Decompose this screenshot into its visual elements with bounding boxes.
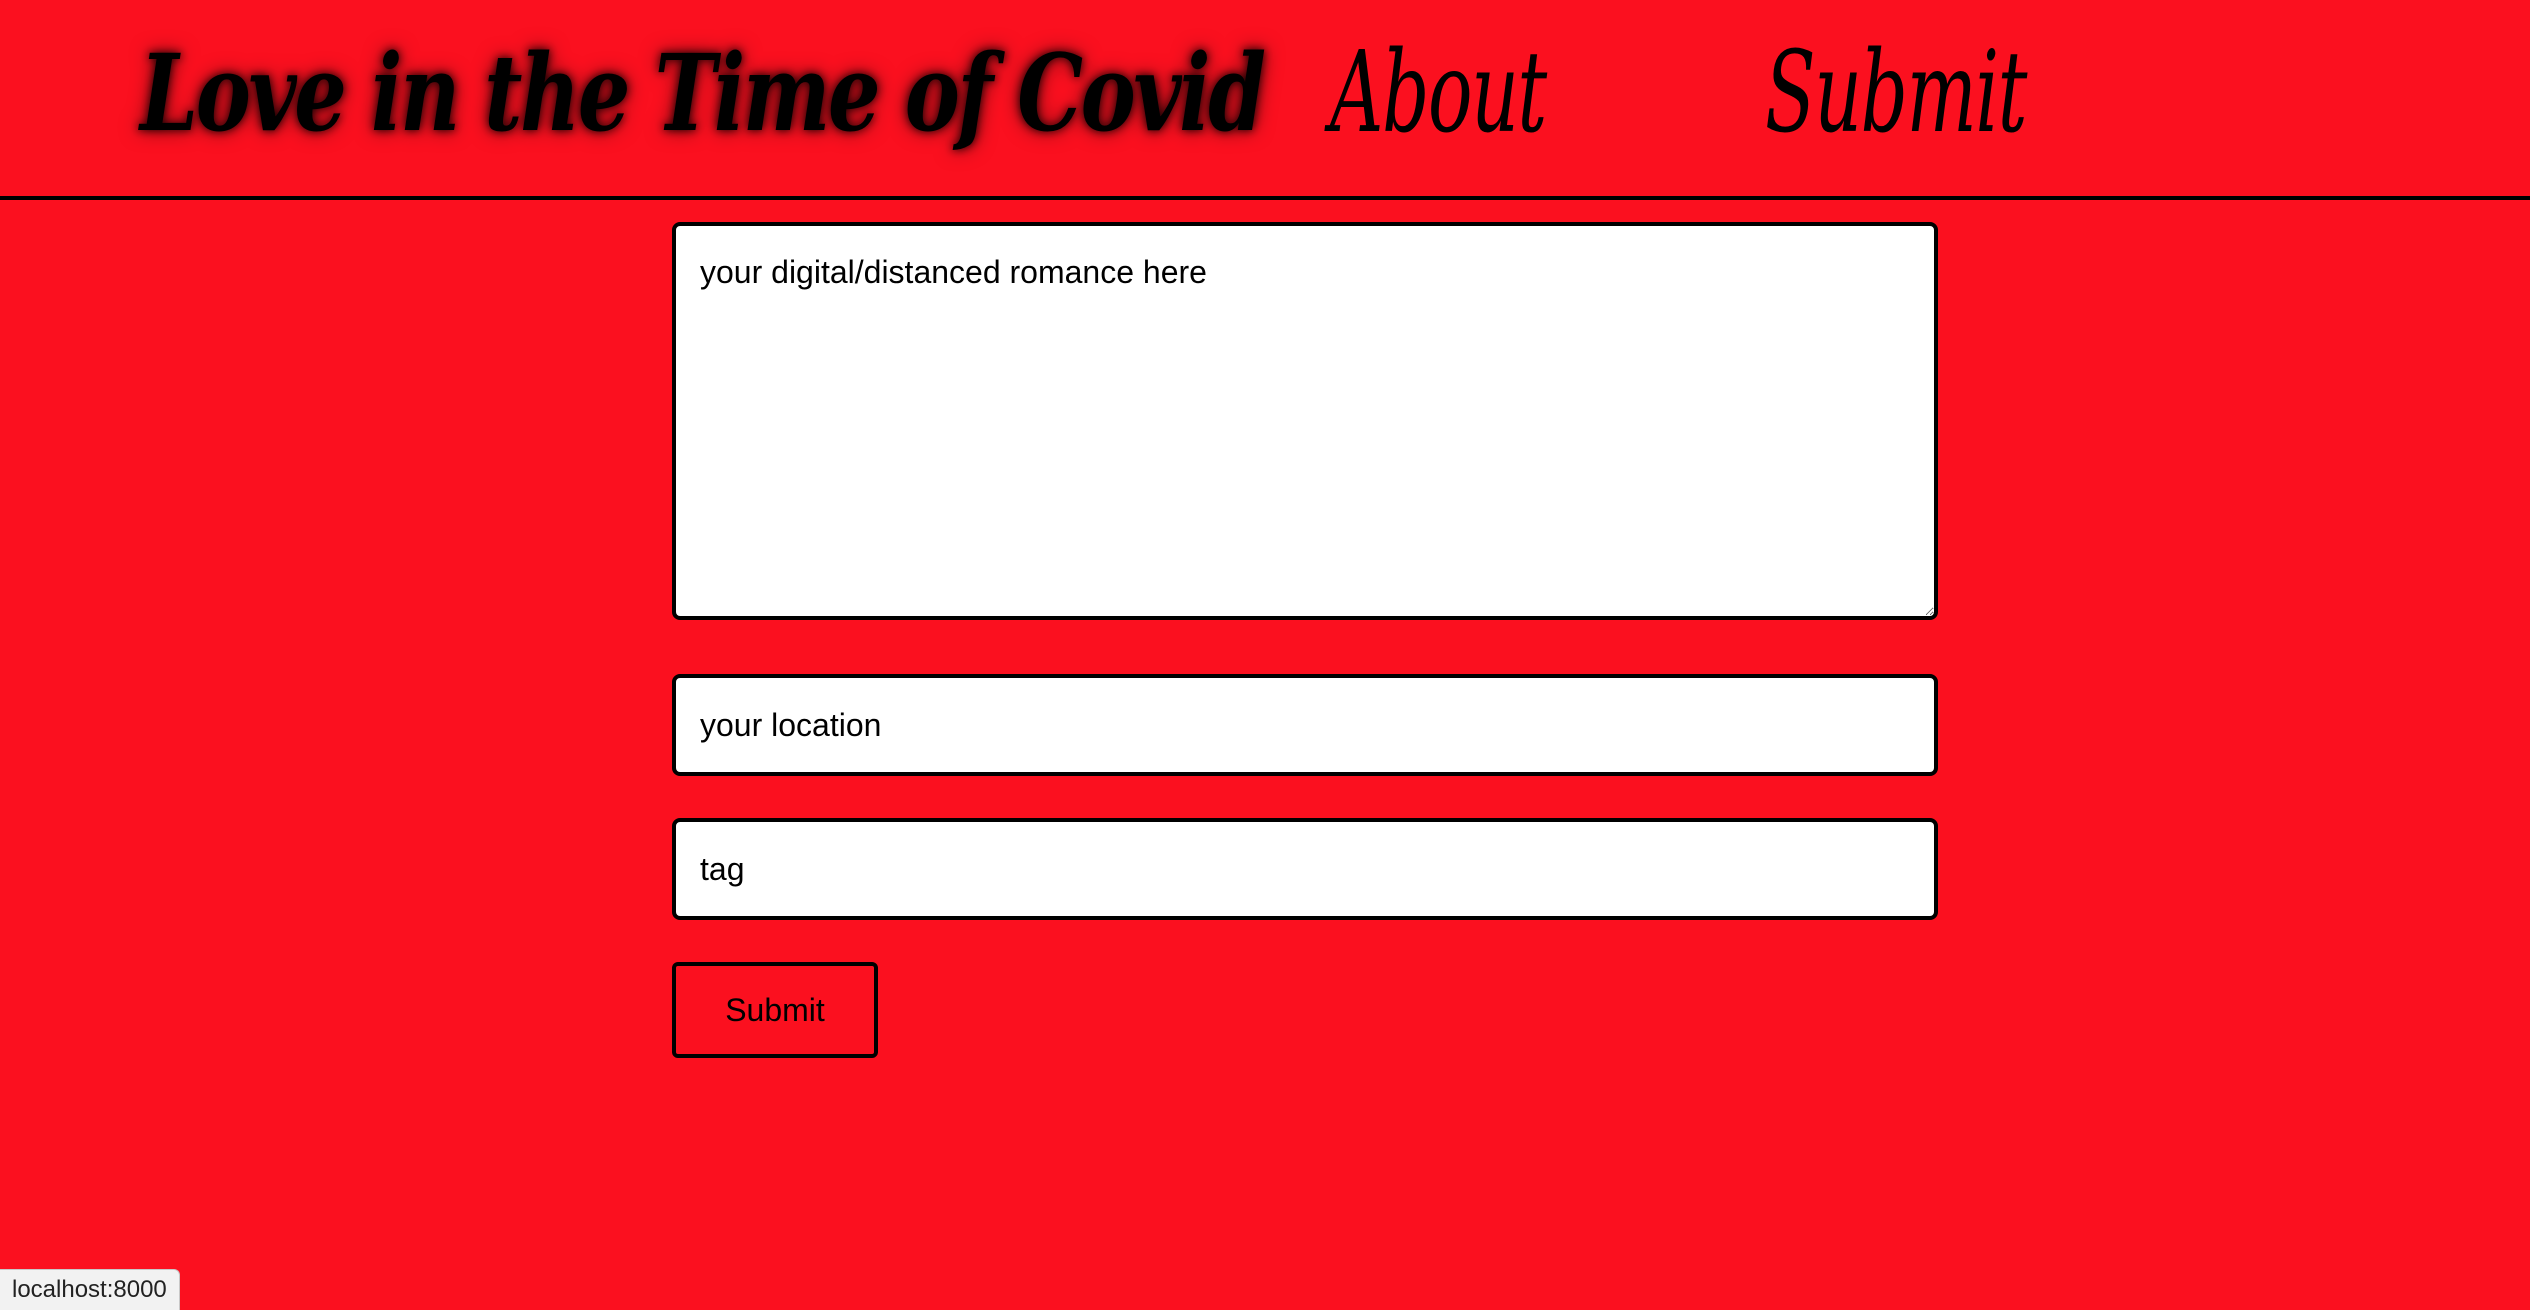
status-bar-url: localhost:8000: [0, 1269, 180, 1310]
submission-form: Submit: [672, 222, 1938, 1058]
location-input[interactable]: [672, 674, 1938, 776]
site-header: Love in the Time of Covid About Submit: [0, 0, 2530, 200]
nav-about-link[interactable]: About: [1330, 18, 1547, 168]
tag-input[interactable]: [672, 818, 1938, 920]
site-title-link[interactable]: Love in the Time of Covid: [140, 18, 1266, 168]
story-textarea[interactable]: [672, 222, 1938, 620]
nav-submit-link[interactable]: Submit: [1765, 18, 2027, 168]
submit-button[interactable]: Submit: [672, 962, 878, 1058]
